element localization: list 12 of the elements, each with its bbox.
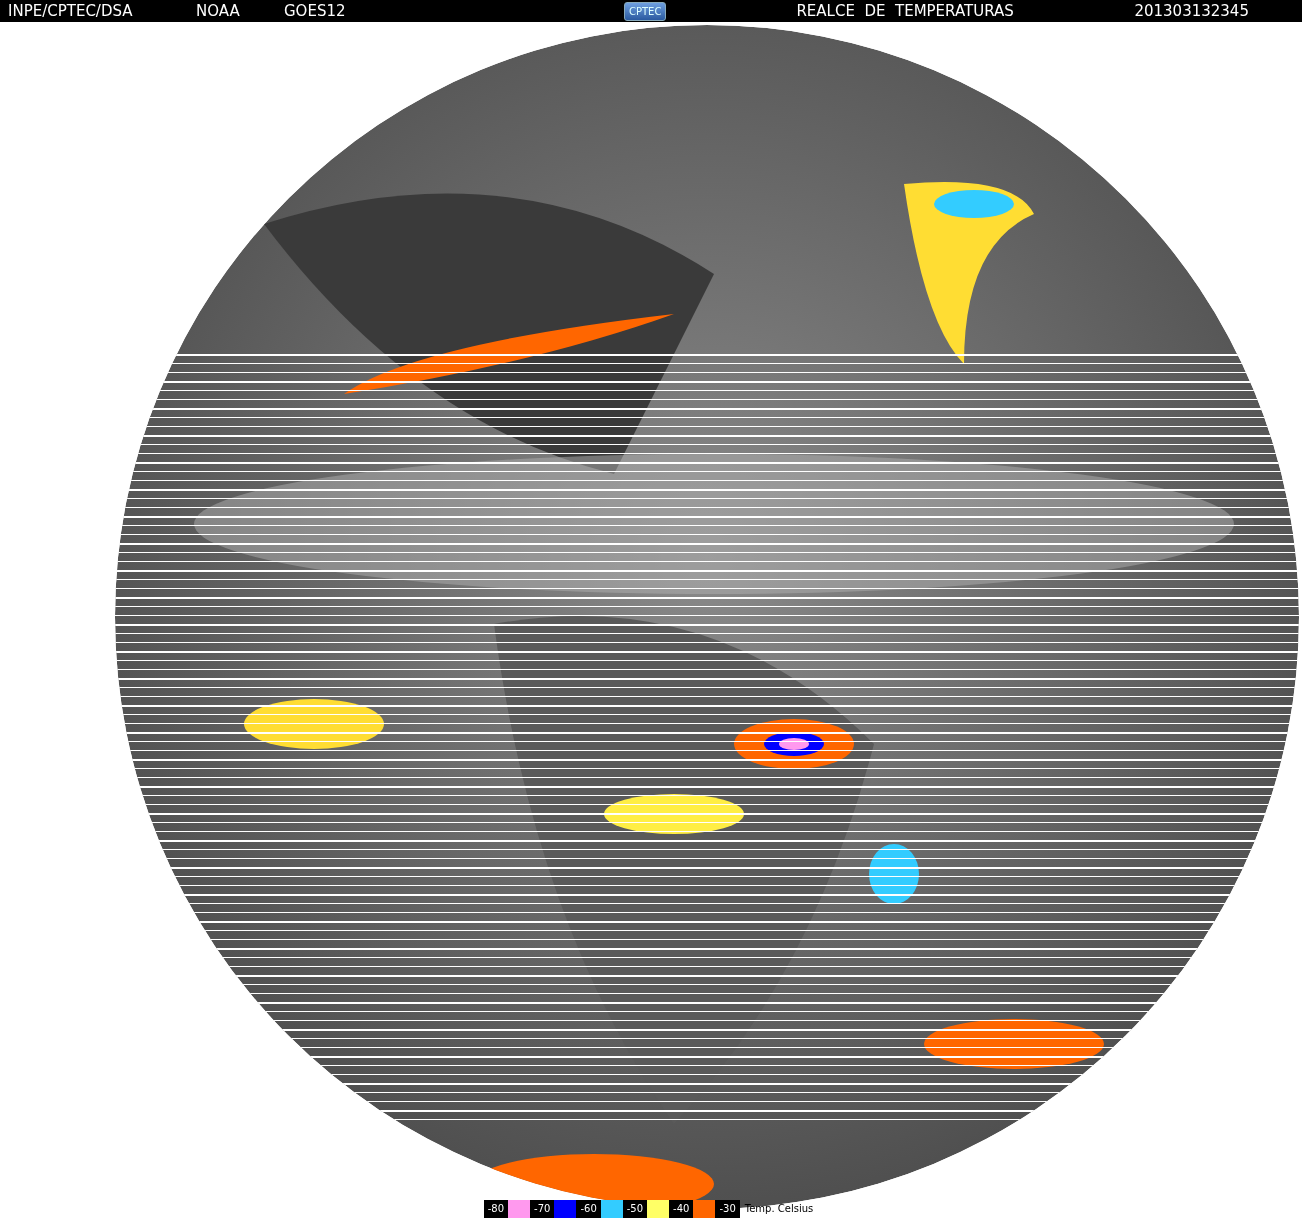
legend-value: -80 bbox=[483, 1200, 509, 1218]
agency-label: INPE/CPTEC/DSA bbox=[8, 2, 134, 20]
legend-value: -70 bbox=[530, 1200, 555, 1218]
legend-value: -30 bbox=[715, 1200, 740, 1218]
legend-value: -50 bbox=[622, 1200, 648, 1218]
satellite-label: GOES12 bbox=[284, 2, 347, 20]
logo: CPTEC bbox=[624, 1, 667, 21]
product-title: REALCE DE TEMPERATURAS bbox=[796, 2, 1015, 20]
legend-value: -40 bbox=[669, 1200, 694, 1218]
legend-value: -60 bbox=[576, 1200, 601, 1218]
timestamp: 201303132345 bbox=[1134, 2, 1250, 20]
operator-label: NOAA bbox=[196, 2, 241, 20]
